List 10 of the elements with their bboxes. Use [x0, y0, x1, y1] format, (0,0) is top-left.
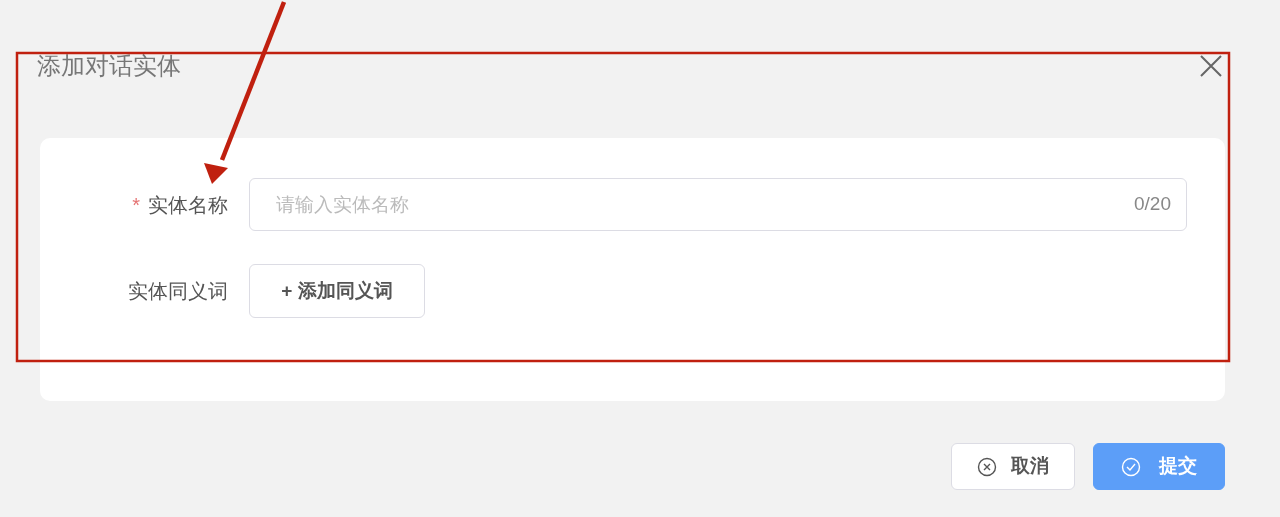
- field-label: 实体同义词: [128, 279, 228, 304]
- add-synonym-button[interactable]: + 添加同义词: [249, 264, 425, 318]
- check-circle-icon: [1121, 456, 1141, 477]
- dialog-title: 添加对话实体: [37, 51, 181, 81]
- close-icon[interactable]: [1198, 53, 1224, 79]
- character-counter: 0/20: [1134, 192, 1171, 216]
- field-label: 实体名称: [148, 192, 228, 218]
- cancel-button[interactable]: 取消: [951, 443, 1075, 490]
- required-mark: *: [132, 192, 140, 218]
- close-circle-icon: [977, 456, 997, 477]
